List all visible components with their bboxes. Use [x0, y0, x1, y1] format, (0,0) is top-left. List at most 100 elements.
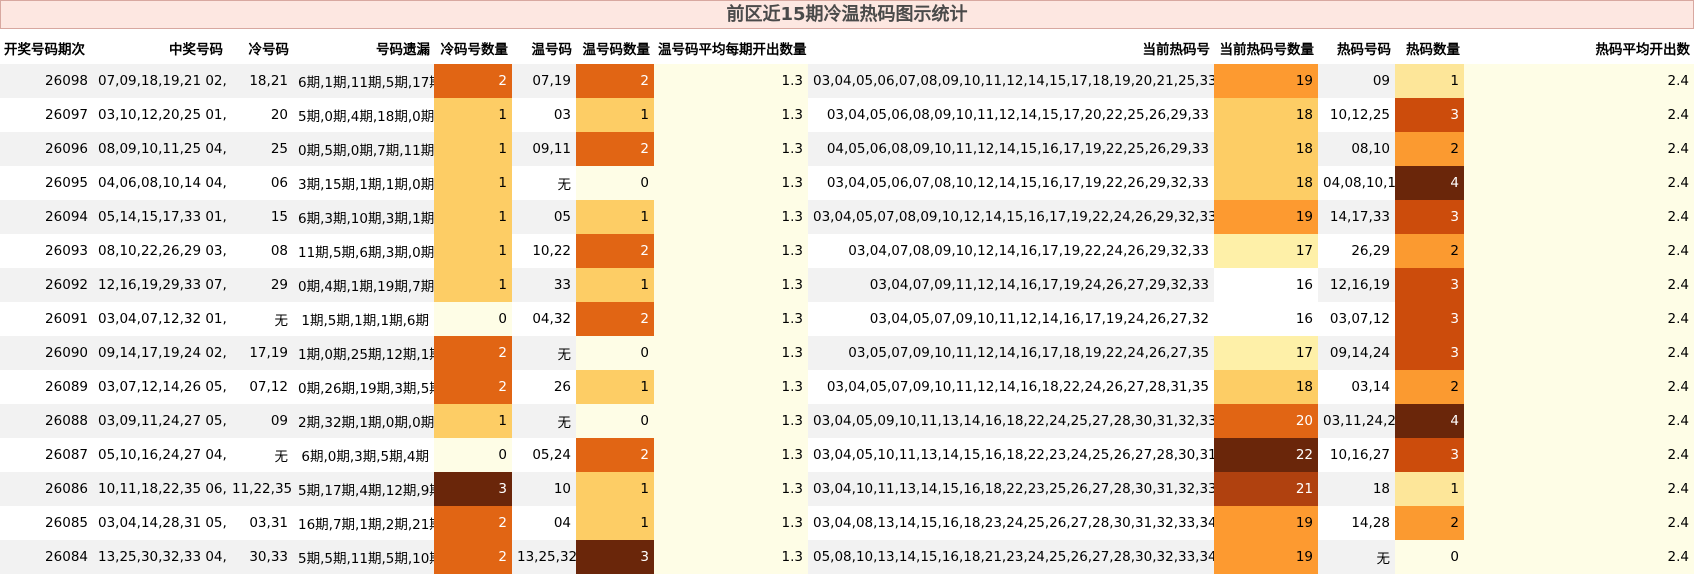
cell-winning-numbers: 03,04,14,28,31 05,07 — [93, 506, 227, 540]
cell-winning-numbers: 03,07,12,14,26 05,11 — [93, 370, 227, 404]
cell-cold-count: 2 — [434, 64, 512, 98]
cell-current-hot-count: 22 — [1214, 438, 1318, 472]
cell-warm-average: 1.3 — [654, 404, 808, 438]
cell-hot-numbers: 10,16,27 — [1318, 438, 1395, 472]
cell-current-hot-count: 18 — [1214, 166, 1318, 200]
cell-warm-numbers: 04 — [512, 506, 576, 540]
cell-current-hot-count: 16 — [1214, 302, 1318, 336]
cell-warm-average: 1.3 — [654, 98, 808, 132]
cell-current-hot-count: 18 — [1214, 98, 1318, 132]
cell-period: 26094 — [0, 200, 93, 234]
cell-omission: 6期,3期,10期,3期,1期 — [293, 200, 434, 234]
header-current-hot-count: 当前热码号数量 — [1219, 41, 1315, 58]
cell-omission: 2期,32期,1期,0期,0期 — [293, 404, 434, 438]
cell-hot-average: 2.4 — [1464, 438, 1694, 472]
cell-cold-count: 2 — [434, 506, 512, 540]
cell-winning-numbers: 05,10,16,24,27 04,10 — [93, 438, 227, 472]
cell-hot-count: 2 — [1395, 132, 1464, 166]
cell-omission: 6期,0期,3期,5期,4期 — [293, 438, 434, 472]
cell-current-hot-numbers: 03,04,05,06,07,08,10,12,14,15,16,17,19,2… — [808, 166, 1214, 200]
cell-cold-count: 1 — [434, 234, 512, 268]
cell-warm-numbers: 03 — [512, 98, 576, 132]
cell-omission: 3期,15期,1期,1期,0期 — [293, 166, 434, 200]
cell-warm-numbers: 13,25,32 — [512, 540, 576, 574]
cell-warm-average: 1.3 — [654, 64, 808, 98]
cell-cold-numbers: 20 — [227, 98, 293, 132]
cell-warm-count: 0 — [576, 404, 654, 438]
cell-period: 26092 — [0, 268, 93, 302]
cell-hot-count: 2 — [1395, 234, 1464, 268]
cell-current-hot-numbers: 03,04,07,08,09,10,12,14,16,17,19,22,24,2… — [808, 234, 1214, 268]
header-hot-count: 热码数量 — [1406, 41, 1460, 58]
cell-current-hot-count: 17 — [1214, 234, 1318, 268]
cell-current-hot-numbers: 03,04,10,11,13,14,15,16,18,22,23,25,26,2… — [808, 472, 1214, 506]
header-cold-count: 冷码号数量 — [440, 41, 509, 58]
table-row: 2608610,11,18,22,35 06,1211,22,355期,17期,… — [0, 472, 1694, 506]
cell-hot-average: 2.4 — [1464, 200, 1694, 234]
cell-warm-count: 3 — [576, 540, 654, 574]
cell-hot-average: 2.4 — [1464, 234, 1694, 268]
header-winning-numbers: 中奖号码 — [169, 41, 223, 58]
cell-winning-numbers: 03,04,07,12,32 01,02 — [93, 302, 227, 336]
cell-cold-numbers: 无 — [227, 302, 293, 336]
header-warm-average: 温号码平均每期开出数量 — [658, 41, 807, 58]
cell-warm-numbers: 10,22 — [512, 234, 576, 268]
cell-cold-numbers: 08 — [227, 234, 293, 268]
cell-warm-average: 1.3 — [654, 540, 808, 574]
cell-cold-count: 1 — [434, 166, 512, 200]
cell-warm-numbers: 05 — [512, 200, 576, 234]
header-hot-numbers: 热码号码 — [1337, 41, 1391, 58]
cell-hot-count: 3 — [1395, 302, 1464, 336]
cell-hot-count: 3 — [1395, 268, 1464, 302]
cell-warm-numbers: 33 — [512, 268, 576, 302]
cell-current-hot-count: 21 — [1214, 472, 1318, 506]
cell-current-hot-count: 20 — [1214, 404, 1318, 438]
cell-cold-numbers: 29 — [227, 268, 293, 302]
cell-hot-count: 2 — [1395, 370, 1464, 404]
cell-hot-average: 2.4 — [1464, 268, 1694, 302]
cell-current-hot-count: 18 — [1214, 370, 1318, 404]
cell-hot-average: 2.4 — [1464, 132, 1694, 166]
cell-hot-count: 2 — [1395, 506, 1464, 540]
cell-omission: 5期,0期,4期,18期,0期 — [293, 98, 434, 132]
table-row: 2609212,16,19,29,33 07,09290期,4期,1期,19期,… — [0, 268, 1694, 302]
cell-current-hot-numbers: 03,04,05,06,07,08,09,10,11,12,14,15,17,1… — [808, 64, 1214, 98]
cell-warm-numbers: 无 — [512, 404, 576, 438]
cell-warm-average: 1.3 — [654, 132, 808, 166]
cell-hot-numbers: 09,14,24 — [1318, 336, 1395, 370]
cell-warm-numbers: 05,24 — [512, 438, 576, 472]
cell-cold-numbers: 11,22,35 — [227, 472, 293, 506]
header-warm-count: 温号码数量 — [582, 41, 651, 58]
cell-period: 26088 — [0, 404, 93, 438]
header-hot-average: 热码平均开出数 — [1595, 41, 1691, 58]
cell-omission: 5期,17期,4期,12期,9期 — [293, 472, 434, 506]
cell-cold-count: 0 — [434, 302, 512, 336]
cell-cold-numbers: 06 — [227, 166, 293, 200]
cell-warm-numbers: 26 — [512, 370, 576, 404]
header-omission: 号码遗漏 — [376, 41, 430, 58]
cell-omission: 0期,5期,0期,7期,11期 — [293, 132, 434, 166]
cell-current-hot-count: 19 — [1214, 200, 1318, 234]
cell-hot-numbers: 03,11,24,27 — [1318, 404, 1395, 438]
cell-warm-average: 1.3 — [654, 200, 808, 234]
cell-current-hot-numbers: 04,05,06,08,09,10,11,12,14,15,16,17,19,2… — [808, 132, 1214, 166]
cell-period: 26086 — [0, 472, 93, 506]
cell-winning-numbers: 10,11,18,22,35 06,12 — [93, 472, 227, 506]
cell-warm-count: 1 — [576, 200, 654, 234]
cell-hot-average: 2.4 — [1464, 336, 1694, 370]
cell-hot-numbers: 03,14 — [1318, 370, 1395, 404]
cell-hot-count: 3 — [1395, 200, 1464, 234]
cell-warm-count: 2 — [576, 64, 654, 98]
cell-warm-numbers: 无 — [512, 166, 576, 200]
cell-warm-count: 2 — [576, 302, 654, 336]
cell-cold-count: 1 — [434, 132, 512, 166]
table-row: 2609504,06,08,10,14 04,05063期,15期,1期,1期,… — [0, 166, 1694, 200]
cell-cold-count: 1 — [434, 200, 512, 234]
cell-winning-numbers: 03,10,12,20,25 01,09 — [93, 98, 227, 132]
cell-hot-average: 2.4 — [1464, 472, 1694, 506]
cell-warm-average: 1.3 — [654, 234, 808, 268]
cell-period: 26093 — [0, 234, 93, 268]
cell-current-hot-numbers: 03,04,05,10,11,13,14,15,16,18,22,23,24,2… — [808, 438, 1214, 472]
cell-cold-count: 1 — [434, 404, 512, 438]
cell-cold-count: 2 — [434, 336, 512, 370]
